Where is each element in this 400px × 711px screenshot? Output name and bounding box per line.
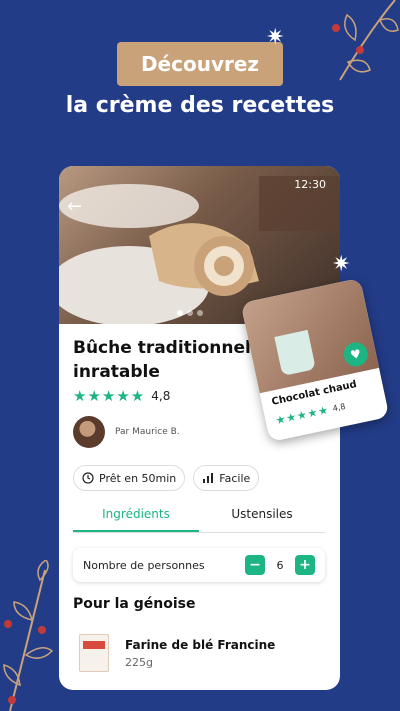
persons-label: Nombre de personnes xyxy=(83,558,205,572)
sparkle-icon: ✷ xyxy=(266,25,285,50)
recipe-title: Bûche traditionnelle inratable xyxy=(73,338,269,382)
difficulty-bars-icon xyxy=(203,473,214,483)
difficulty-chip-label: Facile xyxy=(219,471,251,485)
tab-ingredients[interactable]: Ingrédients xyxy=(73,503,199,532)
clock-icon xyxy=(82,472,94,484)
carousel-dot[interactable] xyxy=(197,310,203,316)
card-rating-value: 4,8 xyxy=(331,401,347,414)
recipe-tabs: Ingrédients Ustensiles xyxy=(73,503,325,533)
carousel-dot[interactable] xyxy=(187,310,193,316)
time-chip: Prêt en 50min xyxy=(73,465,186,491)
time-chip-label: Prêt en 50min xyxy=(99,471,177,485)
promo-headline: la crème des recettes xyxy=(65,93,335,118)
rating-value: 4,8 xyxy=(151,389,171,403)
ingredient-name: Farine de blé Francine xyxy=(125,638,276,652)
carousel-dots xyxy=(177,310,203,316)
carousel-dot[interactable] xyxy=(177,310,183,316)
rating-stars: ★★★★★ xyxy=(73,387,146,405)
author-name: Par Maurice B. xyxy=(115,427,180,437)
ingredient-quantity: 225g xyxy=(125,656,153,669)
recipe-chips: Prêt en 50min Facile xyxy=(73,465,260,491)
avatar[interactable] xyxy=(73,416,105,448)
increment-button[interactable]: + xyxy=(295,555,315,575)
mug-illustration xyxy=(274,329,316,377)
flour-package-image xyxy=(79,634,109,672)
recipe-rating: ★★★★★ 4,8 xyxy=(73,387,170,405)
promo-badge: Découvrez xyxy=(117,42,283,86)
persons-count: 6 xyxy=(276,558,284,572)
tab-ustensiles[interactable]: Ustensiles xyxy=(199,503,325,532)
ingredient-item: Farine de blé Francine 225g xyxy=(79,634,275,672)
persons-stepper: Nombre de personnes − 6 + xyxy=(73,548,325,582)
difficulty-chip: Facile xyxy=(193,465,260,491)
status-time: 12:30 xyxy=(294,178,326,191)
section-title: Pour la génoise xyxy=(73,596,196,612)
back-arrow-icon[interactable]: ← xyxy=(67,196,82,217)
sparkle-icon: ✷ xyxy=(332,252,351,277)
author-row[interactable]: Par Maurice B. xyxy=(73,416,180,448)
decrement-button[interactable]: − xyxy=(245,555,265,575)
branch-decoration-top-right xyxy=(332,0,399,81)
card-rating-stars: ★★★★★ xyxy=(274,403,331,428)
